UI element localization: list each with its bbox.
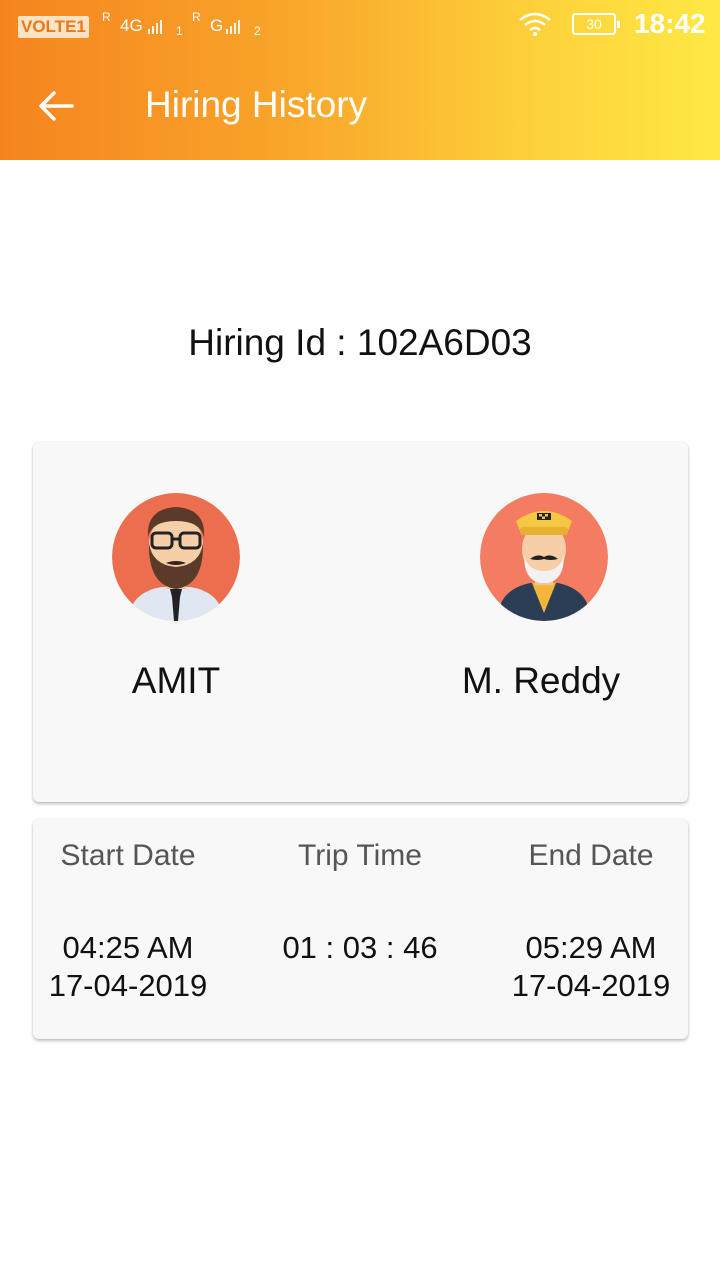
start-date: 17-04-2019 [48, 968, 208, 1003]
participants-card: AMIT M. Reddy [33, 442, 688, 802]
end-time: 05:29 AM [525, 930, 657, 965]
network-type: G [210, 16, 224, 35]
signal-strength-icon [148, 18, 162, 34]
roaming-indicator: R [102, 10, 111, 24]
app-header: VOLTE1 R 4G 1 R G 2 30 18:42 Hiring Hist… [0, 0, 720, 160]
hiring-id: Hiring Id : 102A6D03 [188, 322, 532, 363]
end-date: 17-04-2019 [511, 968, 671, 1003]
sim-index: 2 [254, 24, 261, 38]
end-datetime: 05:29 AM 17-04-2019 [511, 929, 671, 1005]
end-date-label: End Date [528, 839, 654, 872]
battery-icon: 30 [572, 13, 620, 35]
start-date-label: Start Date [60, 839, 196, 872]
user-name: AMIT [131, 660, 221, 701]
signal-strength-icon [226, 18, 240, 34]
trip-time-label: Trip Time [298, 839, 422, 872]
taxi-driver-avatar-icon [480, 493, 608, 621]
status-time: 18:42 [634, 8, 706, 39]
sim-index: 1 [176, 24, 183, 38]
page-title: Hiring History [145, 84, 368, 125]
network-type: 4G [120, 16, 143, 35]
roaming-indicator: R [192, 10, 201, 24]
volte-badge: VOLTE1 [18, 16, 89, 38]
bearded-man-avatar-icon [112, 493, 240, 621]
start-time: 04:25 AM [62, 930, 194, 965]
driver-name: M. Reddy [461, 660, 621, 701]
status-bar: VOLTE1 R 4G 1 R G 2 30 18:42 [0, 0, 720, 48]
trip-details-card: Start Date Trip Time End Date 04:25 AM 1… [33, 819, 688, 1039]
trip-duration: 01 : 03 : 46 [282, 930, 438, 965]
start-datetime: 04:25 AM 17-04-2019 [48, 929, 208, 1005]
wifi-icon [519, 12, 551, 36]
arrow-left-icon[interactable] [36, 86, 76, 126]
